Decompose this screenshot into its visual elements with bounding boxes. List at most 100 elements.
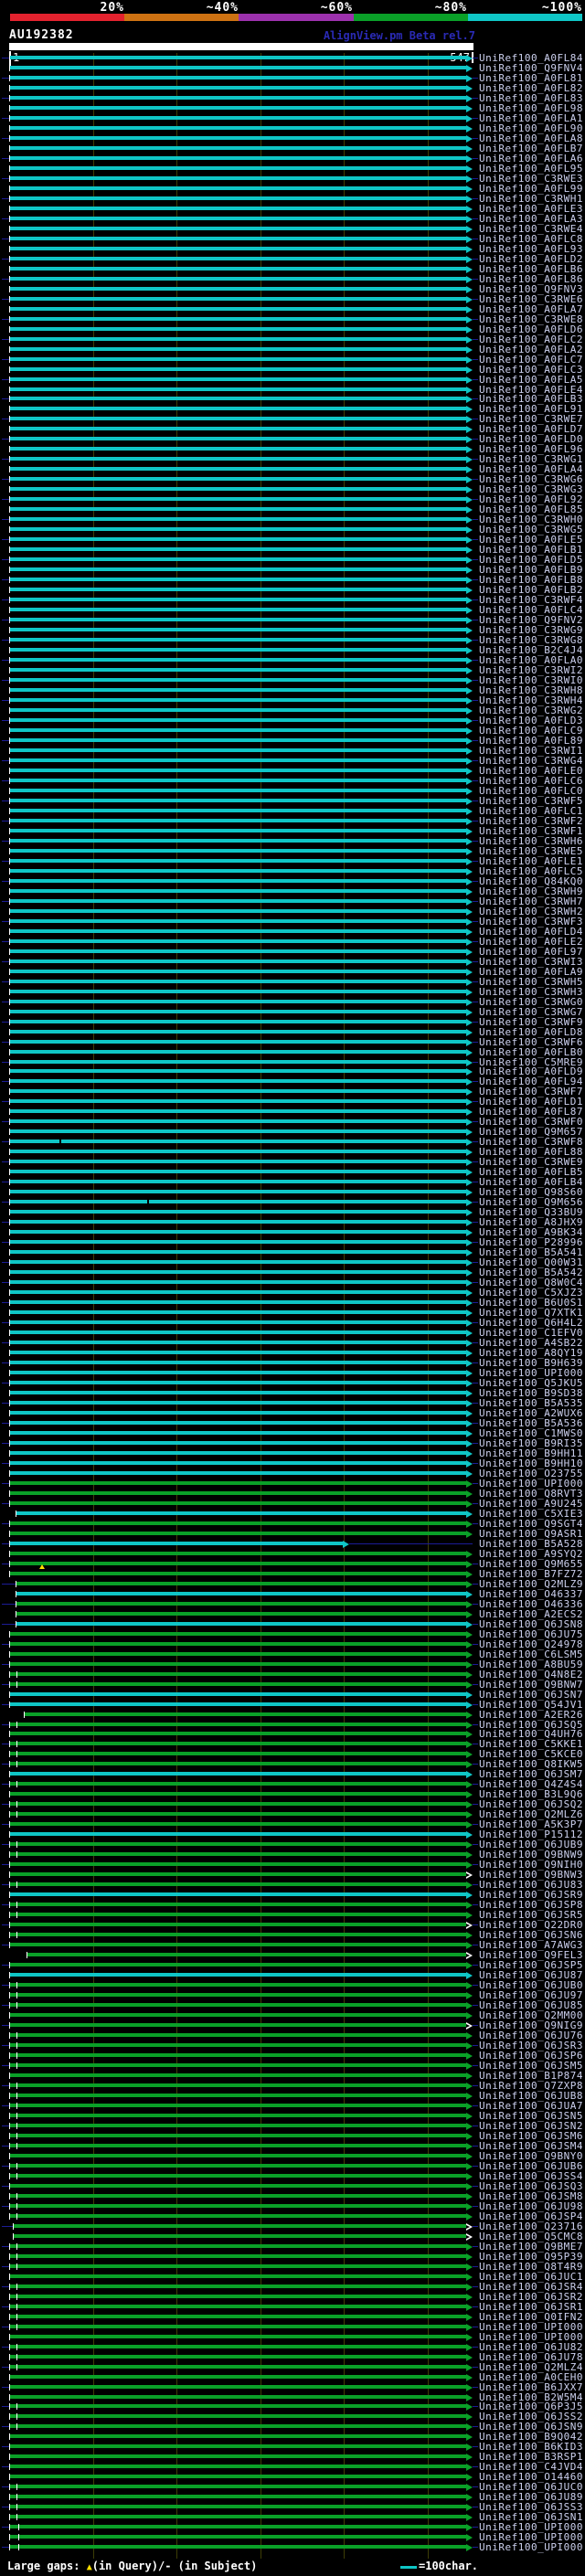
subject-overhang-dash bbox=[2, 1442, 9, 1444]
subject-overhang-dash bbox=[2, 2366, 9, 2368]
alignment-start-tick bbox=[9, 1691, 10, 1698]
alignment-bar bbox=[9, 1029, 466, 1034]
arrowhead-icon bbox=[466, 968, 473, 976]
subject-overhang-dash bbox=[473, 2426, 478, 2428]
alignment-start-tick bbox=[9, 978, 10, 985]
alignment-start-tick bbox=[9, 2152, 10, 2159]
subject-overhang-dash bbox=[473, 599, 478, 601]
subject-overhang-dash bbox=[2, 640, 9, 641]
large-gaps-legend: Large gaps: ▲(in Query)/- (in Subject) bbox=[7, 2560, 257, 2572]
arrowhead-icon bbox=[466, 2524, 473, 2532]
alignment-bar bbox=[9, 798, 466, 802]
alignment-bar bbox=[9, 2424, 466, 2429]
subject-overhang-dash bbox=[2, 2205, 9, 2207]
hollow-arrow-fill bbox=[466, 1924, 470, 1928]
subject-overhang-dash bbox=[473, 759, 478, 761]
query-name: AU192382 bbox=[9, 28, 74, 42]
alignment-bar bbox=[16, 1591, 466, 1595]
alignment-bar bbox=[9, 1772, 466, 1776]
alignment-start-tick bbox=[9, 938, 10, 945]
subject-overhang-dash bbox=[2, 820, 9, 822]
alignment-bar bbox=[9, 1170, 466, 1174]
subject-gap-tick bbox=[16, 2363, 18, 2370]
alignment-bar bbox=[9, 2123, 466, 2127]
subject-overhang-dash bbox=[473, 459, 478, 461]
hit-label: UniRef100_Q6JU82 bbox=[479, 2340, 583, 2353]
arrowhead-icon bbox=[466, 2052, 473, 2060]
arrowhead-icon bbox=[466, 1199, 473, 1207]
alignment-bar bbox=[9, 286, 466, 291]
subject-gap-tick bbox=[16, 1912, 18, 1919]
alignment-bar bbox=[9, 1802, 466, 1807]
alignment-bar bbox=[9, 747, 466, 752]
subject-overhang-dash bbox=[473, 720, 478, 721]
arrowhead-icon bbox=[466, 2454, 473, 2462]
alignment-start-tick bbox=[9, 1912, 10, 1919]
alignment-start-tick bbox=[9, 2474, 10, 2481]
alignment-start-tick bbox=[9, 968, 10, 975]
arrowhead-icon bbox=[466, 1580, 473, 1588]
arrowhead-icon bbox=[466, 526, 473, 535]
alignment-bar bbox=[9, 938, 466, 943]
scale-label-100: ~100% bbox=[541, 1, 582, 15]
subject-overhang-dash bbox=[473, 640, 478, 641]
alignment-start-tick bbox=[9, 1330, 10, 1337]
arrowhead-icon bbox=[466, 1801, 473, 1809]
subject-overhang-dash bbox=[2, 1222, 9, 1224]
alignment-bar bbox=[9, 1701, 466, 1706]
arrowhead-icon bbox=[466, 2182, 473, 2190]
subject-overhang-dash bbox=[473, 1442, 478, 1444]
alignment-start-tick bbox=[9, 1660, 10, 1668]
subject-overhang-dash bbox=[2, 1141, 9, 1143]
arrowhead-icon bbox=[466, 1399, 473, 1407]
alignment-bar bbox=[9, 407, 466, 411]
subject-overhang-dash bbox=[473, 1222, 478, 1224]
alignment-bar bbox=[9, 306, 466, 311]
alignment-start-tick bbox=[9, 1419, 10, 1426]
subject-overhang-dash bbox=[2, 1522, 9, 1524]
arrowhead-icon bbox=[466, 1380, 473, 1388]
alignment-bar bbox=[9, 1341, 466, 1345]
alignment-bar bbox=[9, 1631, 466, 1636]
hit-row: UniRef100_Q6JSN7 bbox=[0, 1690, 585, 1700]
arrowhead-icon bbox=[466, 1249, 473, 1257]
subject-gap-tick bbox=[16, 1932, 18, 1939]
alignment-start-tick bbox=[9, 1209, 10, 1216]
subject-overhang-dash bbox=[473, 378, 478, 380]
alignment-start-tick bbox=[9, 2524, 10, 2531]
arrowhead-icon bbox=[466, 1350, 473, 1358]
hit-label: UniRef100_UPI000.. bbox=[479, 2330, 585, 2343]
arrowhead-icon bbox=[466, 1459, 473, 1468]
arrowhead-icon bbox=[466, 2172, 473, 2180]
arrowhead-icon bbox=[466, 1429, 473, 1437]
alignment-bar bbox=[9, 497, 466, 502]
arrowhead-icon bbox=[466, 2032, 473, 2041]
subject-overhang-dash bbox=[473, 2225, 478, 2227]
arrowhead-icon bbox=[466, 1390, 473, 1397]
subject-overhang-dash bbox=[473, 1603, 478, 1605]
alignment-start-tick bbox=[9, 2273, 10, 2280]
alignment-start-tick bbox=[9, 1149, 10, 1156]
alignment-start-tick bbox=[9, 767, 10, 774]
arrowhead-icon bbox=[466, 1741, 473, 1749]
alignment-start-tick bbox=[9, 1199, 10, 1206]
arrowhead-icon bbox=[466, 726, 473, 735]
subject-overhang-dash bbox=[473, 1663, 478, 1665]
subject-gap-tick bbox=[16, 2082, 18, 2089]
subject-overhang-dash bbox=[473, 1462, 478, 1464]
alignment-bar bbox=[9, 2414, 466, 2419]
hollow-arrow-fill bbox=[466, 1873, 470, 1878]
subject-overhang-dash bbox=[2, 2306, 9, 2307]
alignment-start-tick bbox=[9, 456, 10, 463]
subject-overhang-dash bbox=[2, 739, 9, 741]
arrowhead-icon bbox=[466, 978, 473, 986]
arrowhead-icon bbox=[466, 1449, 473, 1458]
alignment-start-tick bbox=[9, 1500, 10, 1507]
arrowhead-icon bbox=[466, 2474, 473, 2482]
alignment-start-tick bbox=[9, 1269, 10, 1277]
arrowhead-icon bbox=[466, 948, 473, 956]
scale-segment-green bbox=[353, 14, 468, 21]
arrowhead-icon bbox=[466, 1439, 473, 1447]
alignment-start-tick bbox=[9, 1761, 10, 1768]
legend-100char-label: =100char. bbox=[419, 2560, 479, 2572]
